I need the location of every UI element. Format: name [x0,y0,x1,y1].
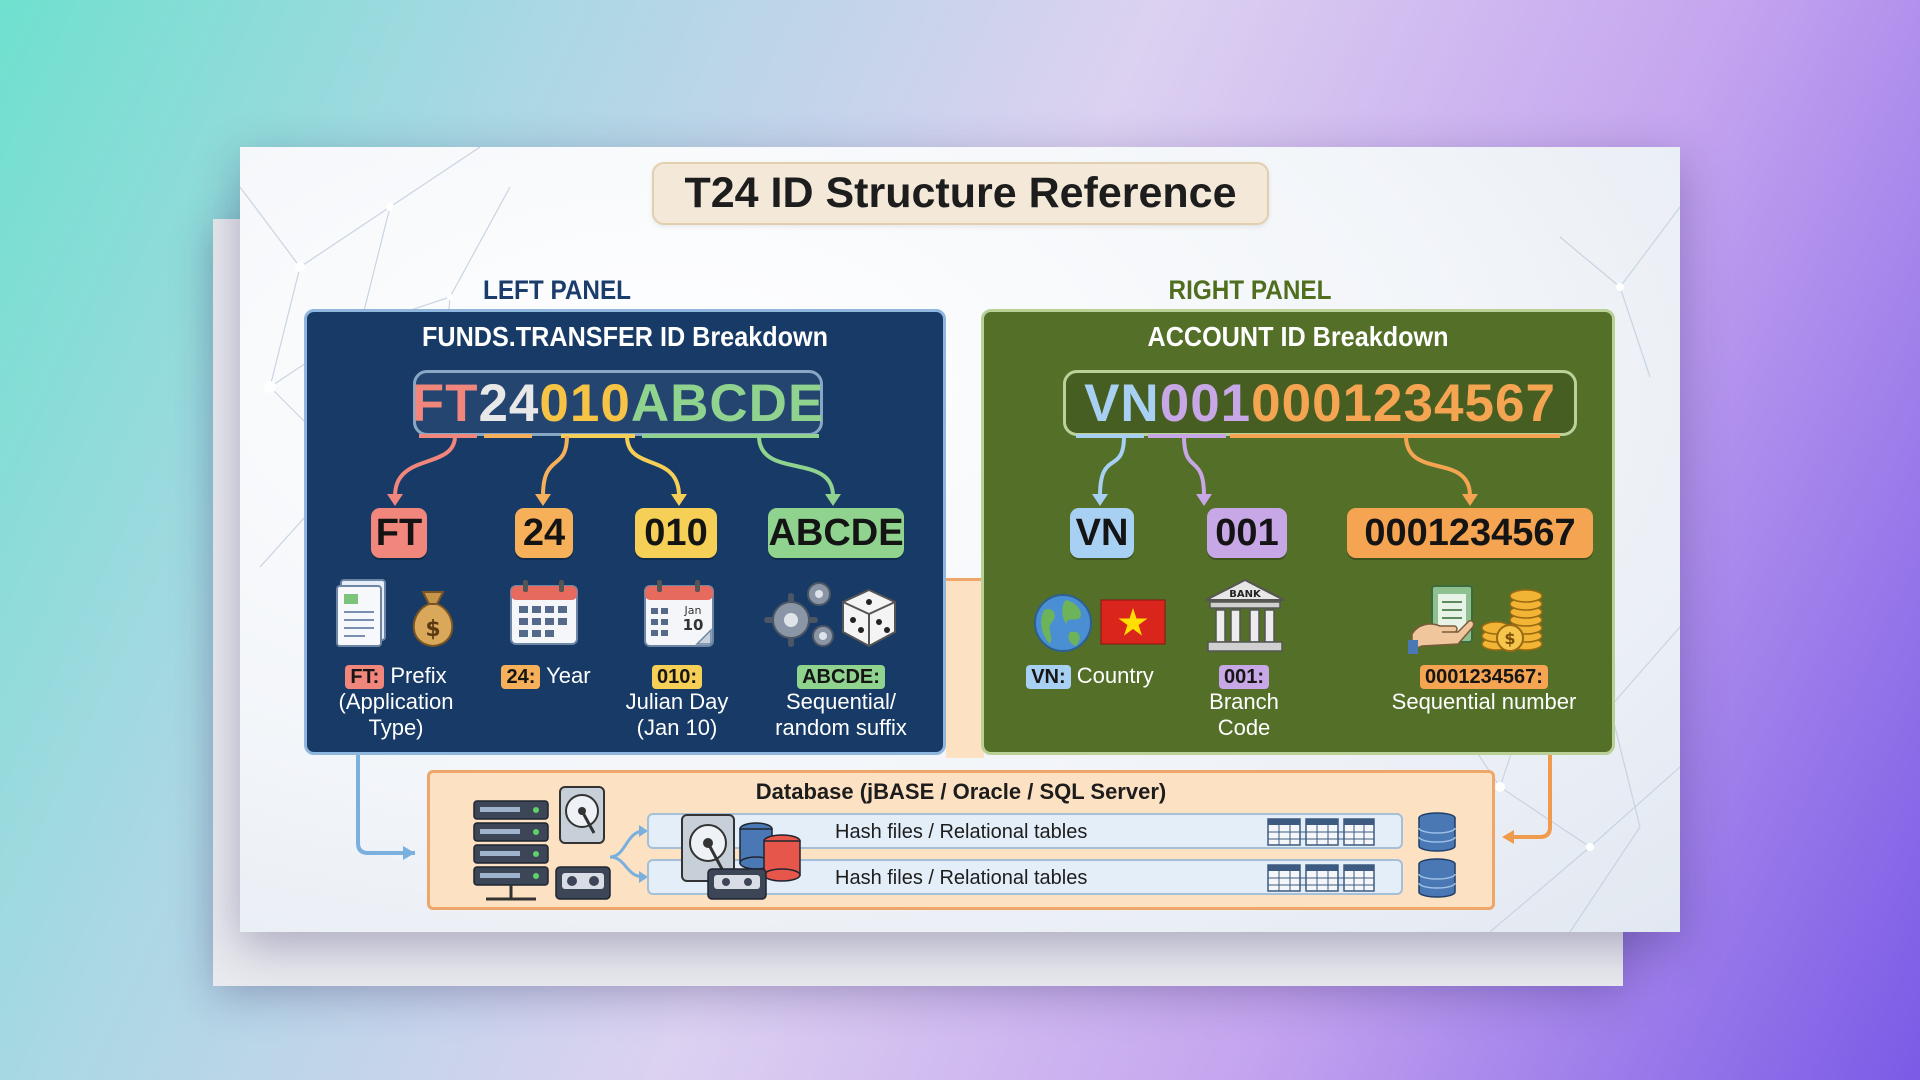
desc-ft-tag: FT: [345,665,385,689]
desc-account: 0001234567: Sequential number [1368,663,1600,715]
funds-transfer-panel: FUNDS.TRANSFER ID Breakdown FT 24 010 ABCDE… [304,309,946,755]
chip-year: 24 [515,508,573,558]
chip-ft: FT [371,508,427,558]
desc-julian-text: Julian Day [625,689,729,714]
id-segment-branch: 001 [1159,373,1252,433]
id-segment-suffix: ABCDE [630,373,825,433]
desc-year: 24: Year [481,663,611,689]
svg-text:$: $ [1504,629,1515,648]
desc-suffix-text: Sequential/ [785,689,897,714]
id-segment-julian: 010 [539,373,631,433]
chip-julian: 010 [635,508,717,558]
id-segment-account: 0001234567 [1251,373,1556,433]
page-title: T24 ID Structure Reference [652,162,1269,225]
vietnam-flag-icon [1100,599,1166,645]
id-segment-year: 24 [478,373,540,433]
svg-text:$: $ [425,617,440,642]
database-row-label: Hash files / Relational tables [835,867,1088,889]
database-row-label: Hash files / Relational tables [835,821,1088,843]
hard-disk-icon [559,786,605,844]
chip-suffix: ABCDE [768,508,904,558]
desc-julian-tag: 010: [651,665,703,689]
funds-transfer-heading: FUNDS.TRANSFER ID Breakdown [421,321,829,352]
desc-ft: FT: Prefix (Application Type) [321,663,471,741]
tape-icon [555,866,611,900]
funds-transfer-id: FT 24 010 ABCDE [411,370,825,436]
table-icon [1267,818,1375,846]
desc-branch-tag: 001: [1218,665,1270,689]
database-box: Database (jBASE / Oracle / SQL Server) H [427,770,1495,910]
desc-ft-text3: Type) [368,715,424,740]
chip-country: VN [1070,508,1134,558]
account-heading: ACCOUNT ID Breakdown [1147,321,1449,352]
dice-icon [842,588,896,648]
desc-branch-text: Branch [1209,689,1279,714]
desc-year-text: Year [546,663,591,688]
globe-icon [1034,594,1092,652]
id-segment-country: VN [1084,373,1160,433]
desc-country: VN: Country [1010,663,1170,689]
database-icon [1418,812,1456,852]
desc-suffix-text2: random suffix [775,715,907,740]
bank-icon: BANK [1205,578,1285,652]
slide: T24 ID Structure Reference LEFT PANEL RI… [240,147,1680,932]
bank-icon-label: BANK [1229,589,1262,600]
storage-stack-icon [681,814,801,900]
desc-branch: 001: Branch Code [1174,663,1314,741]
chip-branch: 001 [1207,508,1287,558]
desc-country-tag: VN: [1026,665,1071,689]
document-icon [336,579,386,647]
desc-ft-text2: (Application [338,689,454,714]
table-icon [1267,864,1375,892]
desc-account-tag: 0001234567: [1420,665,1548,689]
desc-country-text: Country [1076,663,1154,688]
panel-bridge [946,578,984,758]
desc-julian-text2: (Jan 10) [636,715,718,740]
database-icon [1418,858,1456,898]
desc-year-tag: 24: [501,665,541,689]
coins-icon: $ [1481,589,1543,652]
chip-account: 0001234567 [1347,508,1593,558]
desc-branch-text2: Code [1217,715,1271,740]
gears-icon [764,582,834,647]
julian-calendar-icon: Jan 10 [644,580,714,647]
right-panel-label: RIGHT PANEL [1168,275,1332,305]
desc-suffix: ABCDE: Sequential/ random suffix [755,663,927,741]
julian-calendar-day: 10 [683,616,704,634]
id-segment-ft: FT [411,373,479,433]
left-panel-label: LEFT PANEL [482,275,632,305]
calendar-icon [510,580,578,645]
desc-suffix-tag: ABCDE: [797,665,885,689]
desc-julian: 010: Julian Day (Jan 10) [607,663,747,741]
ledger-icon [1408,585,1475,654]
desc-ft-text: Prefix [390,663,447,688]
desc-account-text: Sequential number [1391,689,1577,714]
account-panel: ACCOUNT ID Breakdown VN 001 0001234567 VN … [981,309,1615,755]
money-bag-icon: $ [412,591,454,648]
account-id: VN 001 0001234567 [1063,370,1577,436]
